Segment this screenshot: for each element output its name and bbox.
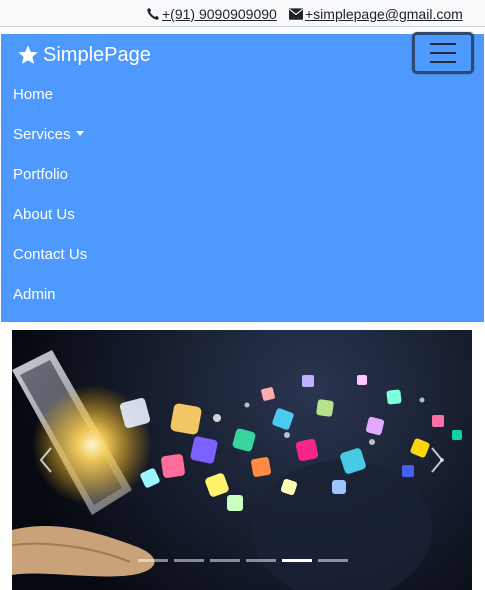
nav-item-portfolio[interactable]: Portfolio — [13, 163, 68, 185]
carousel-slide-image — [12, 330, 472, 590]
nav-item-label: About Us — [13, 205, 75, 223]
carousel-prev-button[interactable] — [34, 442, 58, 478]
email-link[interactable]: +simplepage@gmail.com — [289, 5, 463, 23]
brand-name: SimplePage — [43, 43, 151, 66]
carousel-indicator[interactable] — [318, 559, 348, 562]
envelope-icon — [289, 8, 303, 20]
star-icon — [18, 45, 38, 64]
image-carousel[interactable] — [12, 330, 472, 590]
phone-icon — [147, 8, 159, 20]
chevron-left-icon — [39, 447, 52, 473]
carousel-indicator[interactable] — [138, 559, 168, 562]
chevron-right-icon — [431, 447, 444, 473]
nav-item-admin[interactable]: Admin — [13, 283, 56, 305]
hamburger-icon-bar — [430, 52, 456, 54]
hamburger-icon-bar — [430, 61, 456, 63]
caret-down-icon — [75, 130, 84, 136]
nav-item-about-us[interactable]: About Us — [13, 203, 75, 225]
nav-item-label: Contact Us — [13, 245, 88, 263]
nav-item-label: Home — [13, 85, 54, 103]
nav-item-home[interactable]: Home — [13, 83, 53, 105]
nav-item-services[interactable]: Services — [13, 123, 84, 145]
carousel-indicator[interactable] — [210, 559, 240, 562]
contact-bar: +(91) 9090909090 +simplepage@gmail.com — [0, 0, 485, 27]
carousel-indicator-active[interactable] — [282, 559, 312, 562]
hamburger-icon — [430, 43, 456, 45]
phone-number: +(91) 9090909090 — [162, 6, 277, 22]
main-navbar: SimplePage Home Services Portfolio About… — [1, 32, 484, 322]
email-address: +simplepage@gmail.com — [305, 6, 463, 22]
carousel-indicators — [138, 559, 348, 562]
navbar-toggler-button[interactable] — [412, 32, 474, 74]
carousel-next-button[interactable] — [425, 442, 449, 478]
nav-item-contact-us[interactable]: Contact Us — [13, 243, 87, 265]
brand-link[interactable]: SimplePage — [17, 42, 151, 68]
nav-item-label: Portfolio — [13, 165, 69, 183]
nav-item-label: Services — [13, 125, 71, 143]
phone-link[interactable]: +(91) 9090909090 — [146, 5, 277, 23]
nav-item-label: Admin — [13, 285, 56, 303]
carousel-indicator[interactable] — [174, 559, 204, 562]
carousel-indicator[interactable] — [246, 559, 276, 562]
